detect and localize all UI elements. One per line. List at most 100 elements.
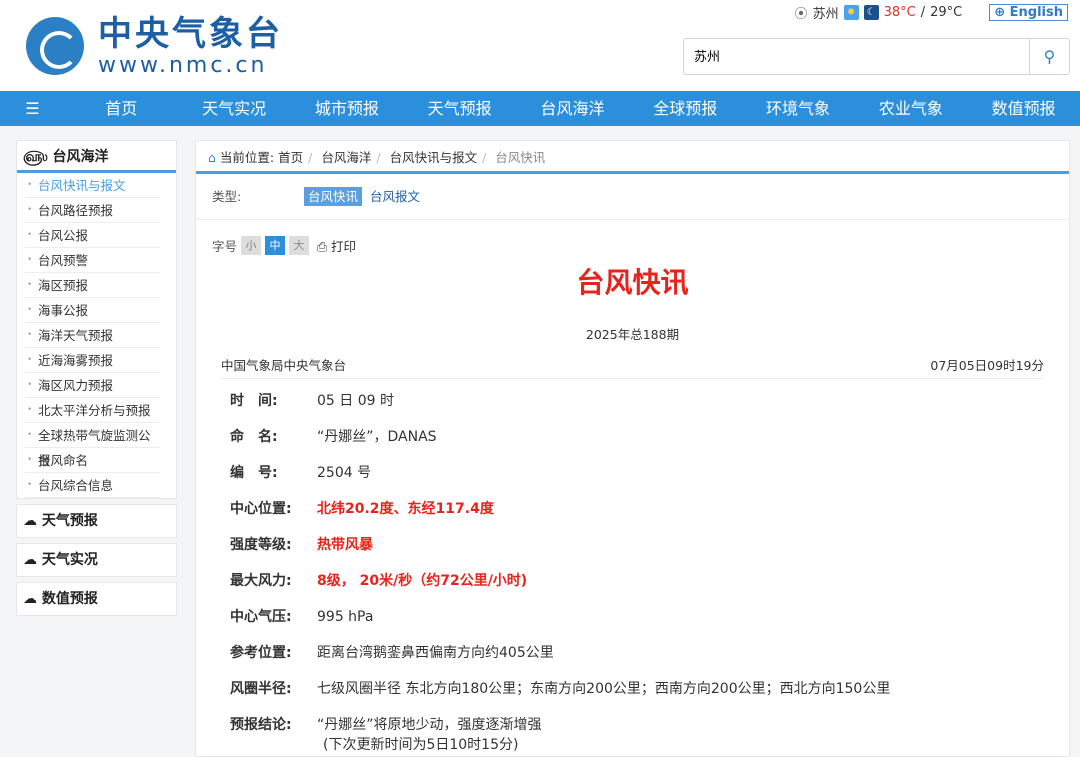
detail-value: 8级， 20米/秒（约72公里/小时) — [317, 573, 528, 589]
nav-item[interactable]: 天气预报 — [403, 91, 516, 126]
location-icon: ⦿ — [794, 7, 808, 22]
detail-row: 参考位置: 距离台湾鹅銮鼻西偏南方向约405公里 — [230, 640, 890, 676]
detail-label: 时 间: — [230, 393, 278, 409]
nav-item[interactable]: 城市预报 — [290, 91, 403, 126]
logo-icon — [26, 17, 84, 75]
main-content: ⌂ 当前位置: 首页 / 台风海洋 / 台风快讯与报文 / 台风快讯 类型: 台风快讯… — [195, 140, 1070, 757]
sidebar-item[interactable]: 台风公报 — [25, 223, 160, 248]
detail-label: 中心气压: — [230, 609, 292, 625]
english-button[interactable]: ⊕ English — [989, 4, 1068, 21]
tab-typhoon-flash[interactable]: 台风快讯 — [303, 187, 362, 206]
temp-sep: / — [920, 5, 926, 20]
print-button[interactable]: ⎙ 打印 — [317, 236, 356, 255]
detail-label: 风圈半径: — [230, 681, 292, 697]
detail-value: 05 日 09 时 — [317, 393, 394, 409]
menu-icon[interactable]: ☰ — [0, 91, 65, 126]
main-nav: ☰ 首页 天气实况 城市预报 天气预报 台风海洋 全球预报 环境气象 农业气象 … — [0, 91, 1080, 126]
search-button[interactable]: ⚲ — [1029, 39, 1069, 74]
detail-value: 2504 号 — [317, 465, 372, 481]
sidebar-item[interactable]: 海事公报 — [25, 298, 160, 323]
nav-item[interactable]: 台风海洋 — [516, 91, 629, 126]
english-label: English — [1009, 5, 1063, 20]
nav-item[interactable]: 天气实况 — [178, 91, 291, 126]
sidebar-item[interactable]: 台风综合信息 — [25, 473, 160, 498]
nav-item[interactable]: 首页 — [65, 91, 178, 126]
weather-info: ⦿ 苏州 ✹ ☾ 38°C / 29°C ⊕ English — [795, 3, 1068, 22]
search-box: ⚲ — [683, 38, 1070, 75]
cloud-icon: ☁ — [23, 591, 37, 607]
sidebar-section-typhoon[interactable]: ௵ 台风海洋 — [17, 141, 176, 173]
sidebar-section-numerical[interactable]: ☁ 数值预报 — [17, 583, 176, 615]
city[interactable]: 苏州 — [813, 3, 839, 22]
sidebar-item[interactable]: 北太平洋分析与预报 — [25, 398, 160, 423]
type-label: 类型: — [212, 189, 242, 204]
detail-label: 编 号: — [230, 465, 278, 481]
logo-url: www.nmc.cn — [98, 53, 268, 78]
sidebar-item[interactable]: 海洋天气预报 — [25, 323, 160, 348]
moon-icon: ☾ — [863, 5, 879, 20]
nav-item[interactable]: 数值预报 — [967, 91, 1080, 126]
print-icon: ⎙ — [317, 239, 328, 254]
font-small-button[interactable]: 小 — [241, 236, 262, 255]
section-label: 数值预报 — [41, 591, 98, 607]
search-input[interactable] — [694, 48, 1014, 63]
sidebar-item[interactable]: 全球热带气旋监测公报 — [25, 423, 160, 468]
tab-typhoon-report[interactable]: 台风报文 — [366, 187, 424, 206]
type-filter: 类型: 台风快讯 台风报文 — [196, 174, 1069, 220]
breadcrumb: ⌂ 当前位置: 首页 / 台风海洋 / 台风快讯与报文 / 台风快讯 — [196, 141, 1069, 174]
breadcrumb-label: 当前位置: — [219, 150, 275, 165]
detail-label: 预报结论: — [230, 717, 292, 733]
publish-time: 07月05日09时19分 — [930, 358, 1044, 373]
sidebar-item[interactable]: 近海海雾预报 — [25, 348, 160, 373]
detail-value: 距离台湾鹅銮鼻西偏南方向约405公里 — [317, 645, 554, 661]
sidebar-item[interactable]: 海区风力预报 — [25, 373, 160, 398]
temp-high: 38°C — [883, 5, 916, 20]
font-medium-button[interactable]: 中 — [265, 236, 286, 255]
logo[interactable]: 中央气象台 www.nmc.cn — [26, 14, 283, 78]
sidebar-section-forecast[interactable]: ☁ 天气预报 — [17, 505, 176, 537]
detail-label: 最大风力: — [230, 573, 292, 589]
font-large-button[interactable]: 大 — [289, 236, 310, 255]
article-title: 台风快讯 — [576, 266, 689, 299]
issue-number: 2025年总188期 — [585, 327, 680, 342]
sidebar: ௵ 台风海洋 台风快讯与报文台风路径预报台风公报台风预警海区预报海事公报海洋天气… — [16, 140, 177, 621]
logo-title: 中央气象台 — [98, 14, 283, 54]
detail-row: 中心气压: 995 hPa — [230, 604, 890, 640]
detail-row: 最大风力: 8级， 20米/秒（约72公里/小时) — [230, 568, 890, 604]
detail-value: 热带风暴 — [317, 537, 373, 553]
breadcrumb-link[interactable]: 首页 — [278, 150, 303, 165]
breadcrumb-link[interactable]: 台风海洋 — [321, 150, 371, 165]
sidebar-item[interactable]: 台风路径预报 — [25, 198, 160, 223]
source: 中国气象局中央气象台 — [221, 358, 347, 373]
typhoon-details: 时 间: 05 日 09 时命 名: “丹娜丝”，DANAS 编 号: 2504 号中心… — [230, 388, 890, 754]
nav-item[interactable]: 全球预报 — [629, 91, 742, 126]
sun-icon: ✹ — [843, 5, 859, 20]
next-update: (下次更新时间为5日10时15分) — [323, 737, 519, 753]
detail-row: 命 名: “丹娜丝”，DANAS — [230, 424, 890, 460]
breadcrumb-link[interactable]: 台风快讯与报文 — [390, 150, 478, 165]
print-label: 打印 — [331, 239, 357, 254]
cloud-icon: ☁ — [23, 552, 37, 568]
section-label: 天气预报 — [41, 513, 98, 529]
detail-row: 风圈半径: 七级风圈半径 东北方向180公里；东南方向200公里；西南方向200公… — [230, 676, 890, 712]
detail-label: 命 名: — [230, 429, 278, 445]
home-icon: ⌂ — [208, 150, 216, 165]
temp-low: 29°C — [930, 5, 963, 20]
detail-row: 编 号: 2504 号 — [230, 460, 890, 496]
sidebar-item[interactable]: 台风快讯与报文 — [25, 173, 160, 198]
sidebar-item[interactable]: 台风命名 — [25, 448, 160, 473]
search-icon: ⚲ — [1043, 47, 1056, 66]
detail-row: 中心位置: 北纬20.2度、东经117.4度 — [230, 496, 890, 532]
detail-value: 七级风圈半径 东北方向180公里；东南方向200公里；西南方向200公里；西北方… — [317, 681, 891, 697]
detail-row: 强度等级: 热带风暴 — [230, 532, 890, 568]
detail-value: 995 hPa — [317, 609, 374, 625]
detail-value: 北纬20.2度、东经117.4度 — [317, 501, 494, 517]
sidebar-item[interactable]: 海区预报 — [25, 273, 160, 298]
nav-item[interactable]: 环境气象 — [742, 91, 855, 126]
sidebar-section-observation[interactable]: ☁ 天气实况 — [17, 544, 176, 576]
article-meta: 中国气象局中央气象台 07月05日09时19分 — [221, 355, 1044, 379]
nav-item[interactable]: 农业气象 — [854, 91, 967, 126]
sidebar-item[interactable]: 台风预警 — [25, 248, 160, 273]
font-size-label: 字号 — [212, 239, 238, 254]
detail-row: 时 间: 05 日 09 时 — [230, 388, 890, 424]
